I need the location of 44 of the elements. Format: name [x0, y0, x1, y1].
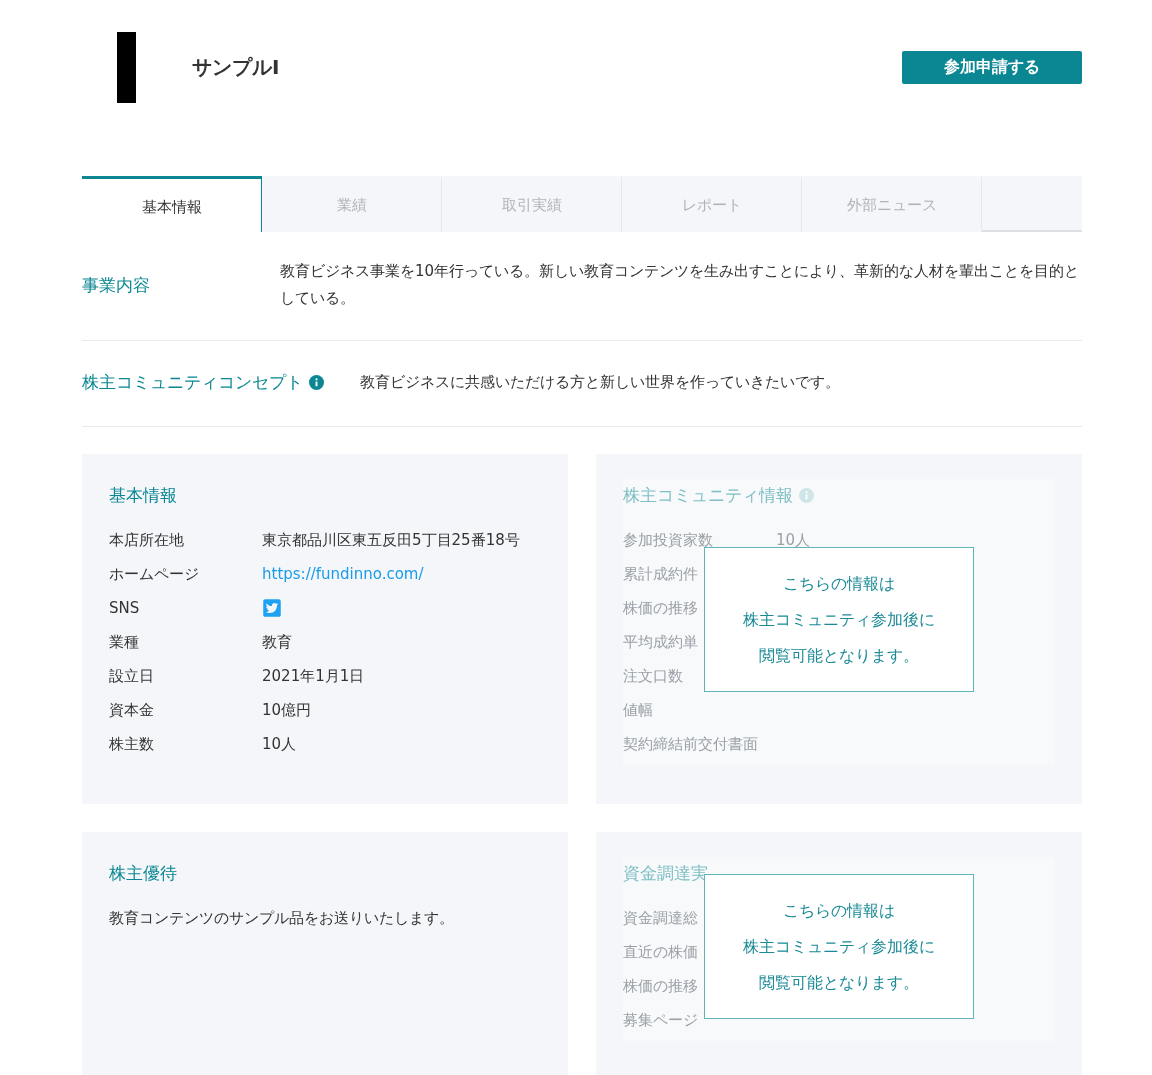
field-label: 本店所在地	[109, 530, 184, 551]
tab[interactable]: 業績	[262, 176, 442, 232]
field-value: 2021年1月1日	[262, 666, 365, 687]
tab[interactable]: 取引実績	[442, 176, 622, 232]
homepage-link[interactable]: https://fundinno.com/	[262, 563, 424, 585]
field-label: 資金調達総	[623, 908, 698, 929]
field-label: 値幅	[623, 700, 653, 721]
field-label: 株主数	[109, 734, 154, 755]
field-value: 10人	[262, 734, 297, 755]
locked-notice: こちらの情報は 株主コミュニティ参加後に 閲覧可能となります。	[704, 874, 974, 1019]
field-label: SNS	[109, 598, 140, 619]
field-label: 募集ページ	[623, 1010, 698, 1031]
tab[interactable]: 外部ニュース	[802, 176, 982, 232]
info-icon	[799, 488, 814, 503]
field-label: 契約締結前交付書面	[623, 734, 758, 755]
section-label: 株主コミュニティコンセプト	[82, 371, 303, 394]
field-label: 株価の推移	[623, 976, 698, 997]
field-value: 教育	[262, 632, 292, 653]
card-title: 株主コミュニティ情報	[623, 484, 793, 507]
field-value: 東京都品川区東五反田5丁目25番18号	[262, 530, 520, 551]
twitter-icon[interactable]	[262, 598, 282, 618]
tab[interactable]: レポート	[622, 176, 802, 232]
field-label: 注文口数	[623, 666, 683, 687]
card-title: 基本情報	[109, 484, 177, 507]
card-text: 教育コンテンツのサンプル品をお送りいたします。	[109, 908, 455, 929]
field-value: 10億円	[262, 700, 312, 721]
section-text: 教育ビジネスに共感いただける方と新しい世界を作っていきたいです。	[360, 372, 840, 393]
tab[interactable]: 基本情報	[82, 176, 262, 232]
section-label: 事業内容	[82, 273, 150, 297]
logo	[117, 31, 136, 103]
field-label: 累計成約件	[623, 564, 698, 585]
field-label: 資本金	[109, 700, 154, 721]
field-label: ホームページ	[109, 564, 199, 585]
info-icon	[309, 375, 324, 390]
apply-button[interactable]: 参加申請する	[902, 50, 1082, 84]
field-label: 設立日	[109, 666, 154, 687]
card-title: 株主優待	[109, 862, 177, 885]
field-label: 株価の推移	[623, 598, 698, 619]
section-text: 教育ビジネス事業を10年行っている。新しい教育コンテンツを生み出すことにより、革新的な人材を輩出ことを目的としている。	[280, 261, 1080, 309]
field-label: 業種	[109, 632, 139, 653]
company-name: サンプルI	[192, 53, 281, 81]
field-label: 直近の株価	[623, 942, 698, 963]
locked-notice: こちらの情報は 株主コミュニティ参加後に 閲覧可能となります。	[704, 547, 974, 692]
field-label: 平均成約単	[623, 632, 698, 653]
